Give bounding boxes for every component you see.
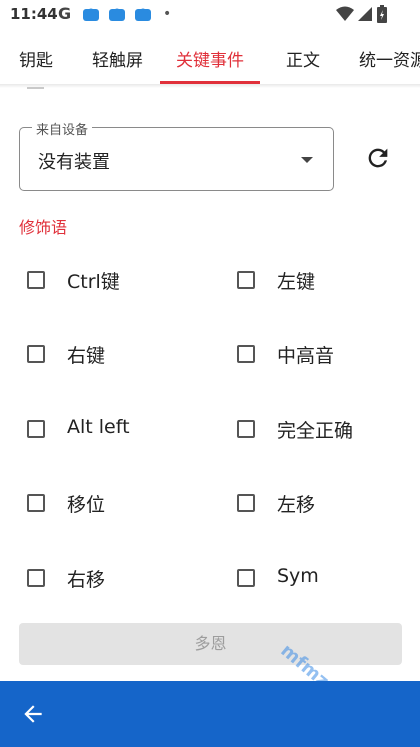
- checkbox-label: 中高音: [277, 345, 335, 367]
- checkbox-label: Ctrl键: [67, 271, 120, 293]
- checkbox-box[interactable]: [27, 569, 45, 587]
- checkbox-box[interactable]: [27, 420, 45, 438]
- checkbox-label: 移位: [67, 494, 106, 516]
- checkbox-label: 左键: [277, 271, 316, 293]
- tab-bar: 钥匙 轻触屏 关键事件 正文 统一资源: [0, 30, 420, 84]
- checkbox-label: 完全正确: [277, 420, 354, 442]
- modifiers-title: 修饰语: [19, 218, 68, 237]
- tab-uri[interactable]: 统一资源: [359, 46, 420, 71]
- divider: [27, 87, 44, 89]
- checkbox-label: 右键: [67, 345, 106, 367]
- checkbox-label: Alt left: [67, 416, 130, 438]
- refresh-icon[interactable]: [364, 144, 392, 172]
- device-select-value[interactable]: 没有装置: [38, 148, 110, 174]
- battery-icon: [377, 5, 387, 23]
- tab-bar-shadow: [0, 84, 420, 88]
- notification-app-icon: [83, 8, 99, 21]
- checkbox-label: Sym: [277, 565, 319, 587]
- tab-text[interactable]: 正文: [286, 46, 320, 71]
- wifi-icon: [336, 6, 354, 21]
- tab-key-events[interactable]: 关键事件: [176, 46, 244, 71]
- tab-keys[interactable]: 钥匙: [19, 46, 53, 71]
- device-select-label: 来自设备: [32, 119, 93, 138]
- more-notifications-dot: •: [163, 6, 172, 22]
- checkbox-box[interactable]: [27, 271, 45, 289]
- status-time: 11:44: [10, 5, 58, 23]
- dropdown-arrow-icon[interactable]: [301, 157, 313, 163]
- checkbox-box[interactable]: [237, 494, 255, 512]
- checkbox-box[interactable]: [237, 569, 255, 587]
- checkbox-label: 左移: [277, 494, 316, 516]
- done-button[interactable]: 多恩: [19, 623, 402, 665]
- back-arrow-icon[interactable]: [20, 701, 46, 727]
- signal-icon: [358, 7, 372, 21]
- checkbox-box[interactable]: [237, 420, 255, 438]
- checkbox-box[interactable]: [237, 271, 255, 289]
- notification-app-icon: [135, 8, 151, 21]
- checkbox-box[interactable]: [237, 345, 255, 363]
- tab-touchscreen[interactable]: 轻触屏: [92, 46, 143, 71]
- checkbox-box[interactable]: [27, 494, 45, 512]
- status-bar: 11:44 G •: [0, 0, 420, 30]
- bottom-bar: [0, 681, 420, 747]
- google-icon: G: [58, 4, 72, 23]
- notification-app-icon: [109, 8, 125, 21]
- checkbox-box[interactable]: [27, 345, 45, 363]
- checkbox-label: 右移: [67, 569, 106, 591]
